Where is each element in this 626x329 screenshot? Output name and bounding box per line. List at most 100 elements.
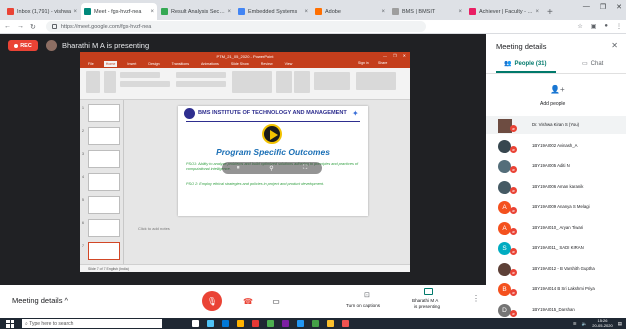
- browser-tab[interactable]: Adobe ×: [312, 3, 388, 20]
- ppt-tab[interactable]: View: [283, 61, 295, 67]
- ppt-tab[interactable]: Transitions: [170, 61, 191, 67]
- ppt-maximize-icon[interactable]: ❐: [393, 53, 397, 58]
- taskbar-app-icon[interactable]: [207, 320, 214, 327]
- slide-thumbnail[interactable]: [88, 150, 120, 168]
- clock[interactable]: 15:26 20-05-2020: [592, 318, 612, 328]
- forward-icon[interactable]: →: [17, 23, 24, 30]
- ppt-tab[interactable]: Review: [259, 61, 275, 67]
- fullscreen-icon[interactable]: ⛶: [303, 165, 307, 172]
- arrange-button[interactable]: [276, 71, 292, 93]
- maximize-icon[interactable]: ❐: [600, 3, 606, 11]
- taskbar-app-icon[interactable]: [267, 320, 274, 327]
- close-tab-icon[interactable]: ×: [73, 9, 77, 15]
- presenting-name[interactable]: Bharathi M A: [412, 298, 438, 303]
- slide-thumbnail[interactable]: [88, 196, 120, 214]
- end-call-button[interactable]: ☎: [238, 291, 258, 311]
- slide-thumbnail[interactable]: [88, 104, 120, 122]
- participant-row[interactable]: ⌀ 1BY19AI012 - B Varshith Guptha: [486, 260, 626, 278]
- taskbar-app-icon[interactable]: [252, 320, 259, 327]
- menu-icon[interactable]: ⋮: [616, 23, 622, 30]
- new-slide-button[interactable]: [104, 71, 116, 93]
- shapes-gallery[interactable]: [232, 71, 272, 93]
- participant-row[interactable]: ⌀ Dr. Vishwa Kiran S (You): [486, 116, 626, 134]
- taskbar-search-input[interactable]: ⌕ Type here to search: [22, 319, 162, 328]
- mic-off-button[interactable]: 🎙: [202, 291, 222, 311]
- captions-icon[interactable]: ⊡: [364, 291, 370, 299]
- taskbar-app-icon[interactable]: [192, 320, 199, 327]
- taskbar-app-icon[interactable]: [297, 320, 304, 327]
- slide-thumbnail[interactable]: [88, 173, 120, 191]
- pause-icon[interactable]: ⏸: [237, 165, 240, 172]
- ppt-tab[interactable]: File: [86, 61, 96, 67]
- extension-icon[interactable]: ▣: [591, 23, 597, 30]
- close-tab-icon[interactable]: ×: [227, 9, 231, 15]
- star-icon[interactable]: ☆: [577, 23, 582, 30]
- share-button[interactable]: Share: [378, 61, 387, 65]
- ppt-tab[interactable]: Insert: [125, 61, 138, 67]
- paragraph-row[interactable]: [176, 72, 226, 78]
- close-tab-icon[interactable]: ×: [458, 9, 462, 15]
- close-panel-icon[interactable]: ✕: [611, 41, 618, 50]
- participant-row[interactable]: D ⌀ 1BY19AI015_Darshan: [486, 301, 626, 319]
- volume-icon[interactable]: 🔈: [582, 321, 588, 327]
- url-input[interactable]: https://meet.google.com/fgs-hvzf-nea: [45, 21, 426, 32]
- taskbar-app-icon[interactable]: [282, 320, 289, 327]
- participant-row[interactable]: S ⌀ 1BY19AI011_ SADI KIRAN: [486, 239, 626, 257]
- wifi-icon[interactable]: ≋: [573, 321, 577, 327]
- browser-tab[interactable]: BMS | BMSIT ×: [389, 3, 465, 20]
- font-box[interactable]: [120, 72, 160, 78]
- slide-thumbnail[interactable]: [88, 127, 120, 145]
- profile-icon[interactable]: ●: [604, 23, 608, 30]
- ppt-close-icon[interactable]: ✕: [403, 53, 406, 58]
- slide-thumbnail[interactable]: [88, 242, 120, 260]
- more-options-icon[interactable]: ⋮: [472, 294, 480, 303]
- close-tab-icon[interactable]: ×: [381, 9, 385, 15]
- close-tab-icon[interactable]: ×: [150, 9, 154, 15]
- quick-styles-button[interactable]: [294, 71, 310, 93]
- sign-in-link[interactable]: Sign in: [358, 61, 369, 65]
- ppt-tab[interactable]: Design: [146, 61, 161, 67]
- ppt-tab[interactable]: Slide Show: [229, 61, 251, 67]
- paste-button[interactable]: [86, 71, 100, 93]
- participant-row[interactable]: ⌀ 1BY19AI006 Aman karanik: [486, 178, 626, 196]
- browser-tab[interactable]: Achiever | Faculty - Atte ×: [466, 3, 542, 20]
- browser-tab[interactable]: Inbox (1,791) - vishwa ×: [4, 3, 80, 20]
- captions-button[interactable]: Turn on captions: [346, 303, 380, 308]
- browser-tab[interactable]: Embedded Systems ×: [235, 3, 311, 20]
- minimize-icon[interactable]: —: [583, 3, 590, 11]
- close-tab-icon[interactable]: ×: [535, 9, 539, 15]
- add-person-icon[interactable]: 👤+: [550, 85, 565, 94]
- back-icon[interactable]: ←: [4, 23, 11, 30]
- browser-tab[interactable]: Meet - fgs-hvzf-nea ×: [81, 3, 157, 20]
- close-icon[interactable]: ✕: [616, 3, 622, 11]
- participant-row[interactable]: B ⌀ 1BY19AI014 B Sri Lakshmi Priya: [486, 280, 626, 298]
- windows-start-icon[interactable]: [6, 319, 14, 328]
- tab-people[interactable]: 👥 People (31): [504, 60, 547, 68]
- participant-row[interactable]: A ⌀ 1BY19AI009 Ananya S Melagi: [486, 198, 626, 216]
- notes-placeholder[interactable]: Click to add notes: [138, 226, 170, 231]
- participant-row[interactable]: ⌀ 1BY19AI002 Avinash_A: [486, 137, 626, 155]
- taskbar-app-icon[interactable]: [342, 320, 349, 327]
- editing-group[interactable]: [356, 72, 396, 90]
- participant-row[interactable]: A ⌀ 1BY19AI010_ Aryan Tiwari: [486, 219, 626, 237]
- slide-thumbnail[interactable]: [88, 219, 120, 237]
- ppt-tab[interactable]: Home: [103, 61, 118, 67]
- taskbar-app-icon[interactable]: [237, 320, 244, 327]
- camera-button[interactable]: ▭: [266, 291, 286, 311]
- reload-icon[interactable]: ↻: [30, 23, 36, 31]
- screen-share-overlay[interactable]: ⏸ ⚲ ⛶: [222, 162, 322, 174]
- shape-format-group[interactable]: [314, 72, 350, 90]
- align-row[interactable]: [176, 81, 226, 87]
- tab-chat[interactable]: ▭ Chat: [582, 60, 603, 68]
- notifications-icon[interactable]: ▤: [618, 321, 622, 327]
- taskbar-app-icon[interactable]: [312, 320, 319, 327]
- meeting-details-button[interactable]: Meeting details ^: [12, 296, 68, 305]
- new-tab-icon[interactable]: +: [547, 7, 553, 18]
- pin-icon[interactable]: ⚲: [269, 165, 273, 172]
- ppt-tab[interactable]: Animations: [199, 61, 221, 67]
- taskbar-app-icon[interactable]: [222, 320, 229, 327]
- font-format-row[interactable]: [120, 81, 170, 87]
- presenting-status[interactable]: is presenting: [414, 304, 440, 309]
- participant-row[interactable]: ⌀ 1BY19AI005 Aditi N: [486, 157, 626, 175]
- taskbar-app-icon[interactable]: [327, 320, 334, 327]
